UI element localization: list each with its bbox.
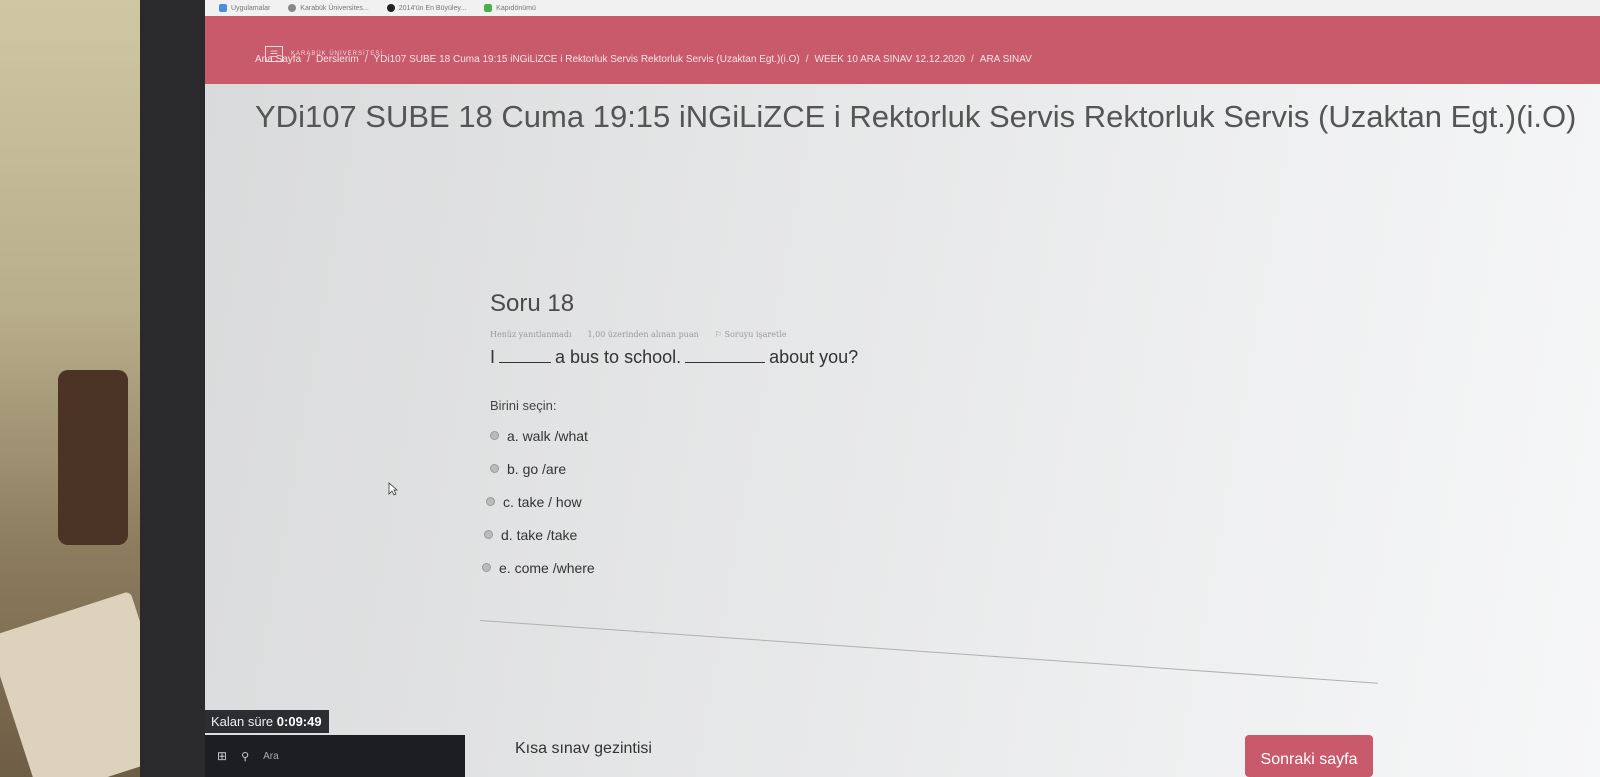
site-navbar: ☰ KARABÜK ÜNİVERSİTESİ	[205, 16, 1600, 84]
timer-value: 0:09:49	[276, 714, 322, 729]
question-status: Henüz yanıtlanmadı	[490, 330, 572, 339]
radio-button[interactable]	[490, 431, 499, 440]
breadcrumb-separator: /	[805, 54, 809, 65]
bookmark-label: 2014'ün En Büyüley...	[398, 4, 467, 12]
radio-button[interactable]	[490, 464, 499, 473]
page-icon	[386, 4, 395, 12]
answer-option[interactable]: a. walk /what	[490, 419, 1390, 452]
breadcrumb: Ana Sayfa / Derslerim / YDi107 SUBE 18 Cuma …	[255, 54, 1032, 65]
question-text-part: about you?	[769, 347, 859, 367]
bookmark-label: Uygulamalar	[231, 4, 271, 12]
answer-blank	[499, 362, 552, 363]
quiz-navigation-link[interactable]: Kısa sınav gezintisi	[515, 740, 652, 758]
bookmark-label: Karabük Üniversites...	[300, 4, 369, 12]
question-number: Soru 18	[490, 290, 575, 317]
bookmarks-bar: Uygulamalar Karabük Üniversites... 2014'…	[205, 0, 1600, 16]
answer-option[interactable]: d. take /take	[484, 518, 1390, 551]
timer-label: Kalan süre	[211, 714, 274, 729]
answer-option[interactable]: c. take / how	[486, 485, 1390, 518]
answer-blank	[685, 362, 766, 363]
question-points: 1,00 üzerinden alınan puan	[587, 330, 699, 339]
question-block: Soru 18 Henüz yanıtlanmadı 1,00 üzerinde…	[482, 290, 1390, 584]
choose-label: Birini seçin:	[490, 398, 557, 413]
windows-taskbar: ⊞ ⚲ Ara	[205, 735, 465, 777]
bookmark-karabuk[interactable]: Karabük Üniversites...	[288, 4, 369, 12]
bookmark-apps[interactable]: Uygulamalar	[219, 4, 270, 12]
question-info: Henüz yanıtlanmadı 1,00 üzerinden alınan…	[490, 330, 1390, 339]
option-label[interactable]: d. take /take	[501, 527, 577, 543]
answer-option[interactable]: b. go /are	[490, 452, 1390, 485]
apps-grid-icon	[219, 4, 227, 12]
breadcrumb-exam[interactable]: ARA SINAV	[980, 54, 1032, 65]
globe-icon	[288, 4, 297, 12]
bookmark-page[interactable]: 2014'ün En Büyüley...	[386, 4, 467, 12]
option-label[interactable]: a. walk /what	[507, 428, 588, 444]
breadcrumb-home[interactable]: Ana Sayfa	[255, 54, 301, 65]
breadcrumb-course[interactable]: YDi107 SUBE 18 Cuma 19:15 iNGiLiZCE i Re…	[374, 54, 800, 65]
time-remaining: Kalan süre 0:09:49	[205, 710, 329, 733]
bookmark-leaf[interactable]: Kapıdönümü	[484, 4, 536, 12]
breadcrumb-separator: /	[364, 54, 368, 65]
chair-leg	[58, 370, 128, 545]
monitor-bezel	[140, 0, 215, 777]
flag-label: Soruyu işaretle	[724, 330, 787, 339]
question-text-part: a bus to school.	[555, 347, 682, 367]
leaf-icon	[484, 4, 493, 12]
mouse-cursor-icon	[388, 482, 398, 496]
next-page-button[interactable]: Sonraki sayfa	[1245, 735, 1373, 777]
radio-button[interactable]	[484, 530, 493, 539]
taskbar-search-label[interactable]: Ara	[263, 751, 279, 762]
windows-start-icon[interactable]: ⊞	[217, 749, 227, 763]
question-text-part: I	[490, 347, 496, 367]
bookmark-label: Kapıdönümü	[496, 4, 536, 12]
search-icon[interactable]: ⚲	[241, 750, 249, 763]
option-label[interactable]: b. go /are	[507, 461, 566, 477]
question-text: I a bus to school. about you?	[490, 347, 1390, 368]
option-label[interactable]: c. take / how	[503, 494, 582, 510]
page-title: YDi107 SUBE 18 Cuma 19:15 iNGiLiZCE i Re…	[255, 99, 1577, 134]
section-divider	[479, 620, 1378, 684]
breadcrumb-week[interactable]: WEEK 10 ARA SINAV 12.12.2020	[815, 54, 965, 65]
browser-screen: Uygulamalar Karabük Üniversites... 2014'…	[205, 0, 1600, 777]
answer-option[interactable]: e. come /where	[482, 551, 1390, 584]
breadcrumb-separator: /	[971, 54, 974, 65]
radio-button[interactable]	[482, 563, 491, 572]
breadcrumb-separator: /	[307, 54, 310, 65]
flag-question-button[interactable]: ⚐ Soruyu işaretle	[715, 330, 787, 339]
breadcrumb-my-courses[interactable]: Derslerim	[316, 54, 359, 65]
option-label[interactable]: e. come /where	[499, 560, 595, 576]
radio-button[interactable]	[486, 497, 495, 506]
